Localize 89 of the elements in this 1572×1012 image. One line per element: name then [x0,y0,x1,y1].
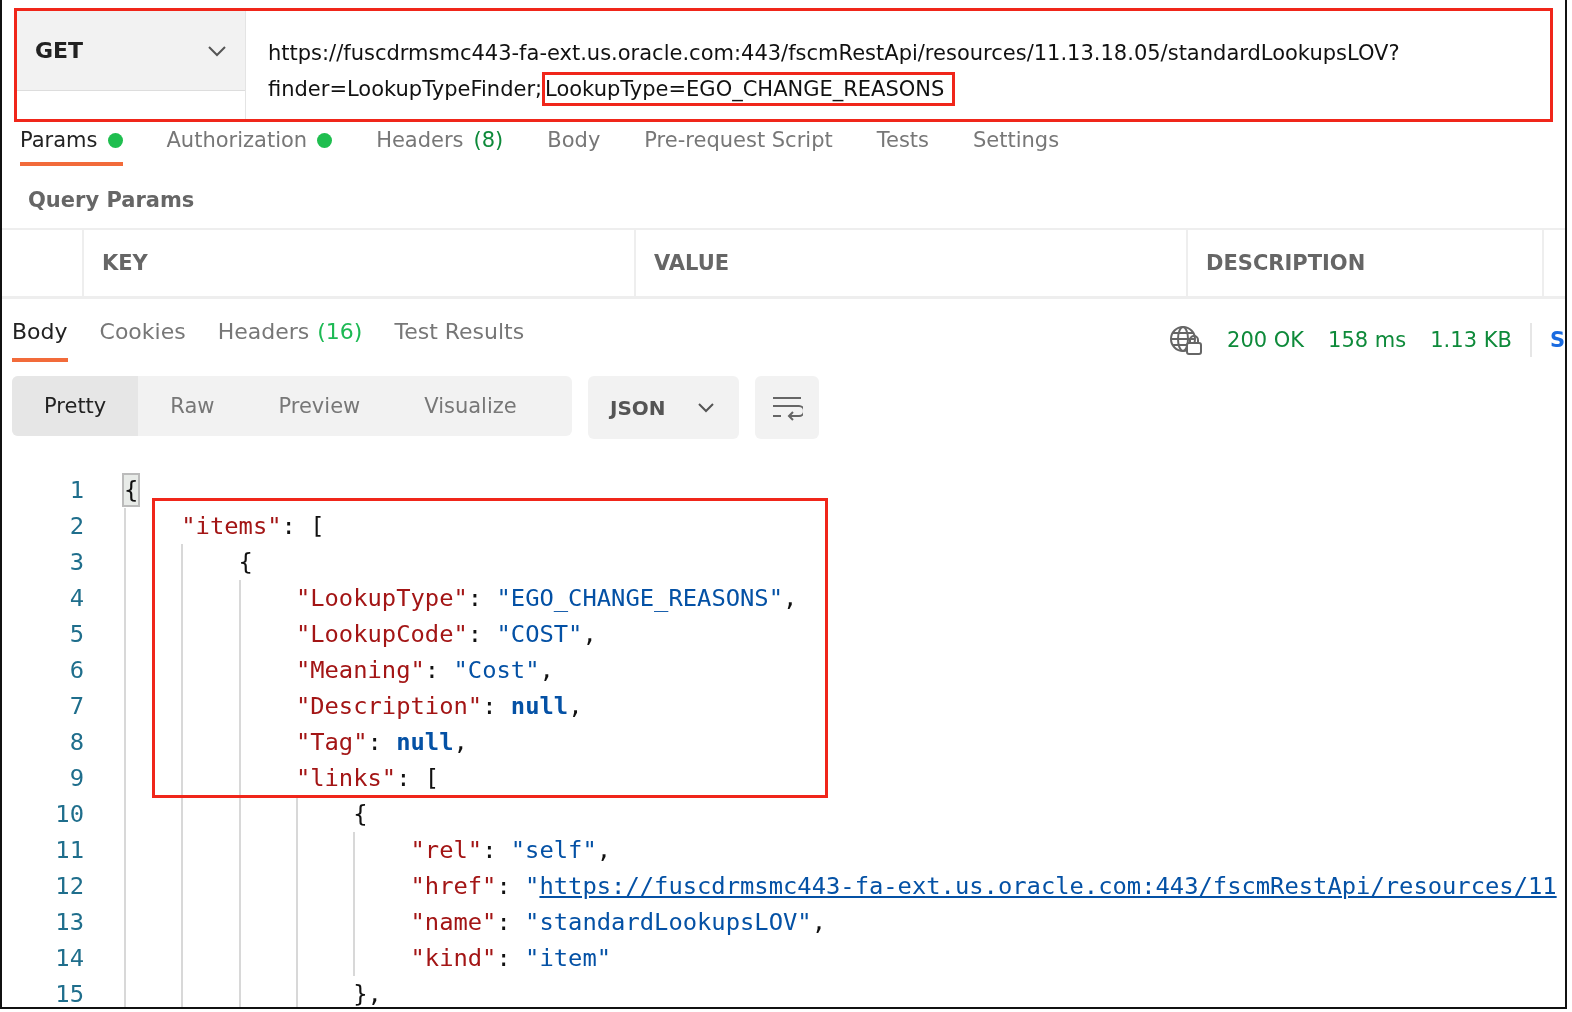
json-key: "rel" [410,832,483,868]
line-number: 6 [68,655,84,686]
json-key: "name" [410,904,497,940]
column-header: VALUE [636,230,1188,296]
line-number: 11 [54,835,84,866]
json-punctuation: : [496,907,512,938]
json-punctuation: : [496,871,512,902]
url-field[interactable]: https://fuscdrmsmc443-fa-ext.us.oracle.com:443/fscmRestApi/resources/11.13.18.05/standardLookupsLOV? finder=LookupTypeFinder;LookupType=EGO_CHANGE_REASONS [245,11,1550,119]
status-code: 200 OK [1227,328,1305,352]
request-tab[interactable]: Tests [876,118,929,166]
json-punctuation: , [539,655,554,686]
request-tab[interactable]: Settings [973,118,1060,166]
line-number: 2 [68,511,84,542]
json-string: "COST" [496,619,583,650]
format-dropdown[interactable]: JSON [588,376,739,439]
json-null: null [510,691,569,722]
wrap-button[interactable] [755,376,819,439]
line-number: 15 [54,979,84,1007]
response-tab[interactable]: Test Results [394,319,525,362]
line-number: 5 [68,619,84,650]
line-number: 1 [68,475,84,506]
json-string: "Cost" [453,655,540,686]
json-punctuation: : [496,943,512,974]
line-number: 3 [68,547,84,578]
json-punctuation: : [482,835,498,866]
line-number: 4 [68,583,84,614]
json-key: "LookupType" [295,580,468,616]
request-tab[interactable]: Pre-request Script [644,118,833,166]
json-punctuation: : [ [396,763,440,794]
json-key: "Tag" [295,724,368,760]
json-string: "standardLookupsLOV" [525,907,812,938]
json-punctuation: : [467,619,484,650]
json-punctuation: : [467,583,484,614]
line-number: 12 [54,871,84,902]
method-dropdown[interactable]: GET [17,11,245,91]
view-mode-tab[interactable]: Pretty [12,376,139,436]
json-punctuation: : [ [281,511,325,542]
json-punctuation: : [482,691,498,722]
json-punctuation: , [453,727,468,758]
json-punctuation: }, [353,979,382,1007]
response-size: 1.13 KB [1430,328,1512,352]
json-string: " [525,871,540,902]
caret-icon [207,44,227,57]
save-response-link[interactable]: S [1549,328,1565,352]
json-punctuation: , [568,691,583,722]
line-number: 14 [54,943,84,974]
line-number: 10 [54,799,84,830]
json-string: "EGO_CHANGE_REASONS" [496,583,784,614]
response-tab[interactable]: Body [12,319,68,362]
globe-lock-icon[interactable] [1169,325,1204,355]
json-key: "Meaning" [295,652,425,688]
json-key: "Description" [295,688,483,724]
json-punctuation: : [424,655,441,686]
json-key: "href" [410,868,497,904]
json-null: null [396,727,454,758]
matched-bracket: { [124,475,139,505]
json-punctuation: , [582,619,597,650]
json-punctuation: : [367,727,383,758]
request-tab[interactable]: Authorization [166,118,333,166]
response-time: 158 ms [1328,328,1407,352]
json-punctuation: { [353,799,368,830]
json-punctuation: , [783,583,798,614]
json-punctuation: , [596,835,612,866]
json-link[interactable]: https://fuscdrmsmc443-fa-ext.us.oracle.com:443/fscmRestApi/resources/11 [539,868,1557,904]
line-number: 13 [54,907,84,938]
request-tab[interactable]: Params [20,118,123,166]
json-string: "self" [510,835,597,866]
column-header: KEY [84,230,636,296]
json-key: "items" [181,508,282,544]
response-tab[interactable]: Cookies [99,319,186,362]
line-number: 9 [68,763,84,794]
text-wrap-icon [771,394,803,421]
request-tab[interactable]: Body [547,118,601,166]
section-title: Query Params [27,187,196,214]
view-mode-tab[interactable]: Raw [138,376,247,436]
line-number: 8 [68,727,84,758]
json-key: "LookupCode" [295,616,468,652]
json-key: "kind" [410,940,497,976]
json-string: "item" [525,943,612,974]
caret-icon [697,402,715,413]
view-mode-tab[interactable]: Preview [246,376,393,436]
view-mode-tab[interactable]: Visualize [392,376,549,436]
response-tab[interactable]: Headers (16) [217,319,363,362]
column-header: DESCRIPTION [1188,230,1544,296]
json-punctuation: , [811,907,826,938]
json-key: "links" [295,760,397,796]
line-number: 7 [68,691,84,722]
json-punctuation: { [238,547,253,578]
request-tab[interactable]: Headers (8) [376,118,504,166]
